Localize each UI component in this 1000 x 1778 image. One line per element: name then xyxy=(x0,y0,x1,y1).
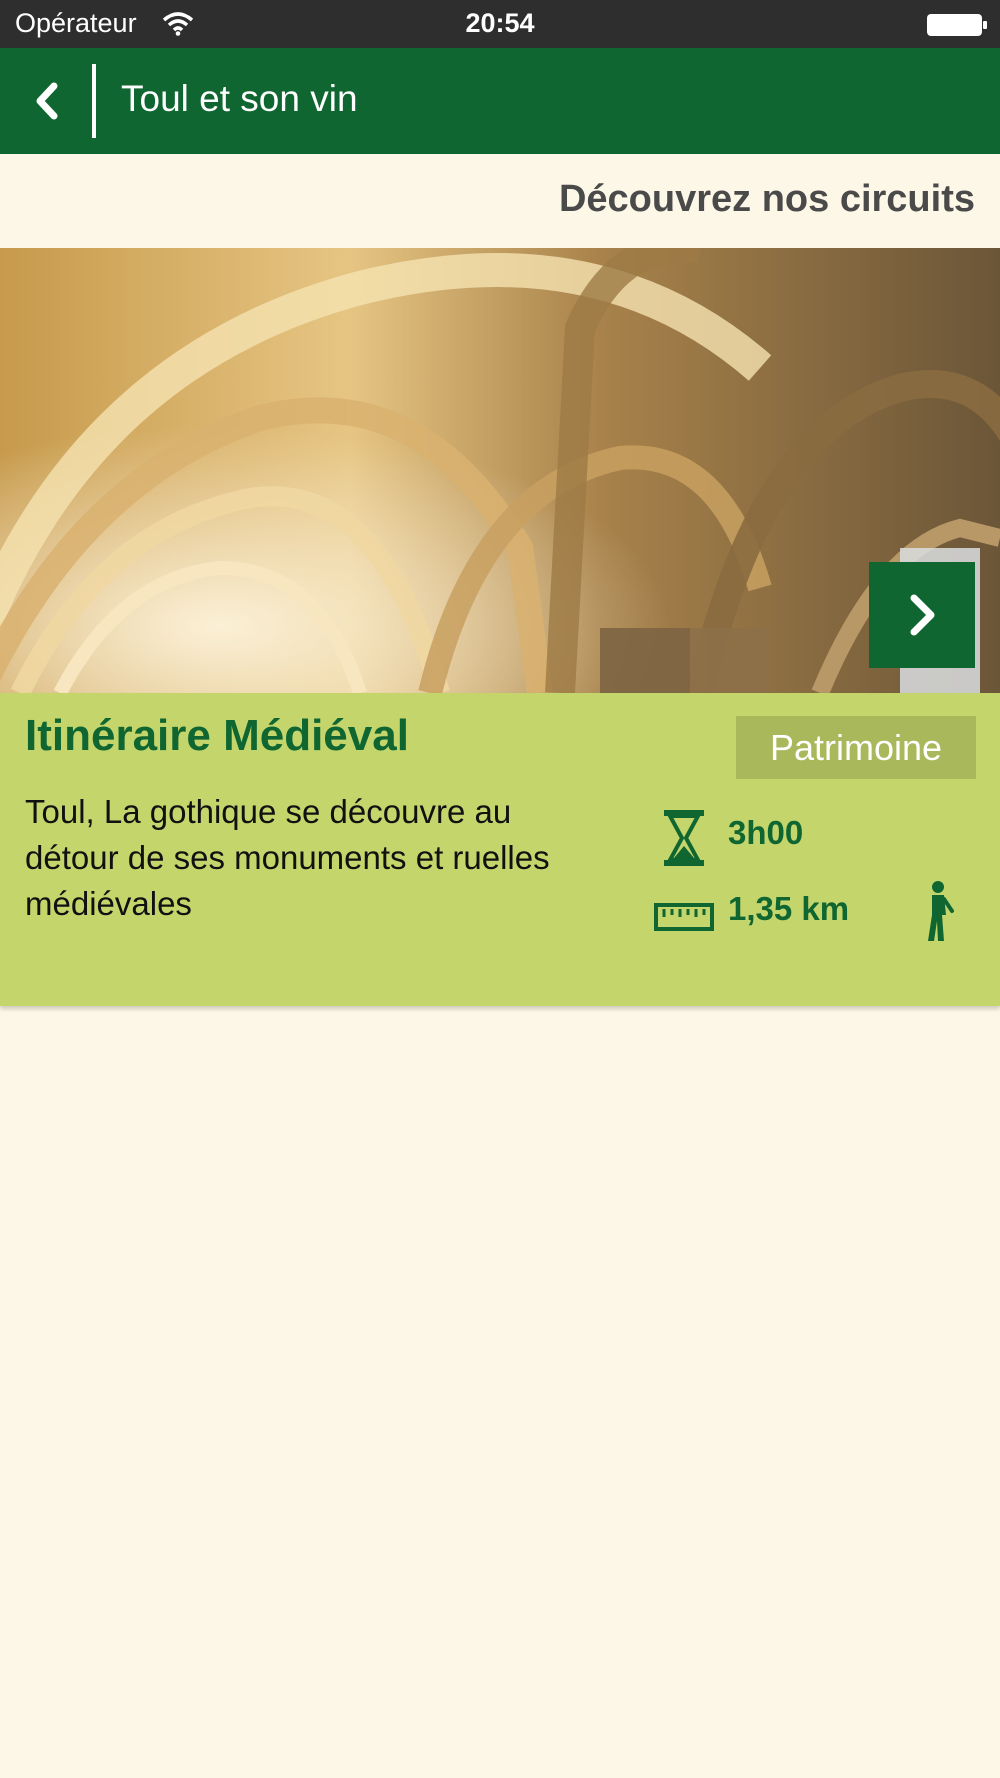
section-header: Découvrez nos circuits xyxy=(0,154,1000,248)
nav-divider xyxy=(92,64,96,138)
circuit-description: Toul, La gothique se découvre au détour … xyxy=(25,793,550,922)
circuit-photo xyxy=(0,248,1000,693)
category-badge: Patrimoine xyxy=(736,716,976,779)
status-bar: Opérateur 20:54 xyxy=(0,0,1000,48)
battery-icon xyxy=(927,14,987,36)
ruler-icon xyxy=(654,903,714,931)
circuit-title: Itinéraire Médiéval xyxy=(25,711,409,760)
category-label: Patrimoine xyxy=(769,726,943,768)
walker-icon xyxy=(928,881,954,941)
back-button[interactable] xyxy=(0,48,92,154)
duration-value: 3h00 xyxy=(728,814,804,851)
section-title: Découvrez nos circuits xyxy=(558,178,975,220)
hourglass-icon xyxy=(664,810,704,866)
circuit-card[interactable]: Itinéraire Médiéval Patrimoine Toul, La … xyxy=(0,248,1000,1006)
circuit-info: Itinéraire Médiéval Patrimoine Toul, La … xyxy=(0,693,1000,1006)
chevron-left-icon xyxy=(36,82,58,120)
nav-title: Toul et son vin xyxy=(121,78,358,119)
next-button[interactable] xyxy=(869,562,975,668)
nav-bar: Toul et son vin xyxy=(0,48,1000,154)
distance-value: 1,35 km xyxy=(728,890,850,927)
status-time: 20:54 xyxy=(465,8,535,38)
chevron-right-icon xyxy=(910,594,935,636)
